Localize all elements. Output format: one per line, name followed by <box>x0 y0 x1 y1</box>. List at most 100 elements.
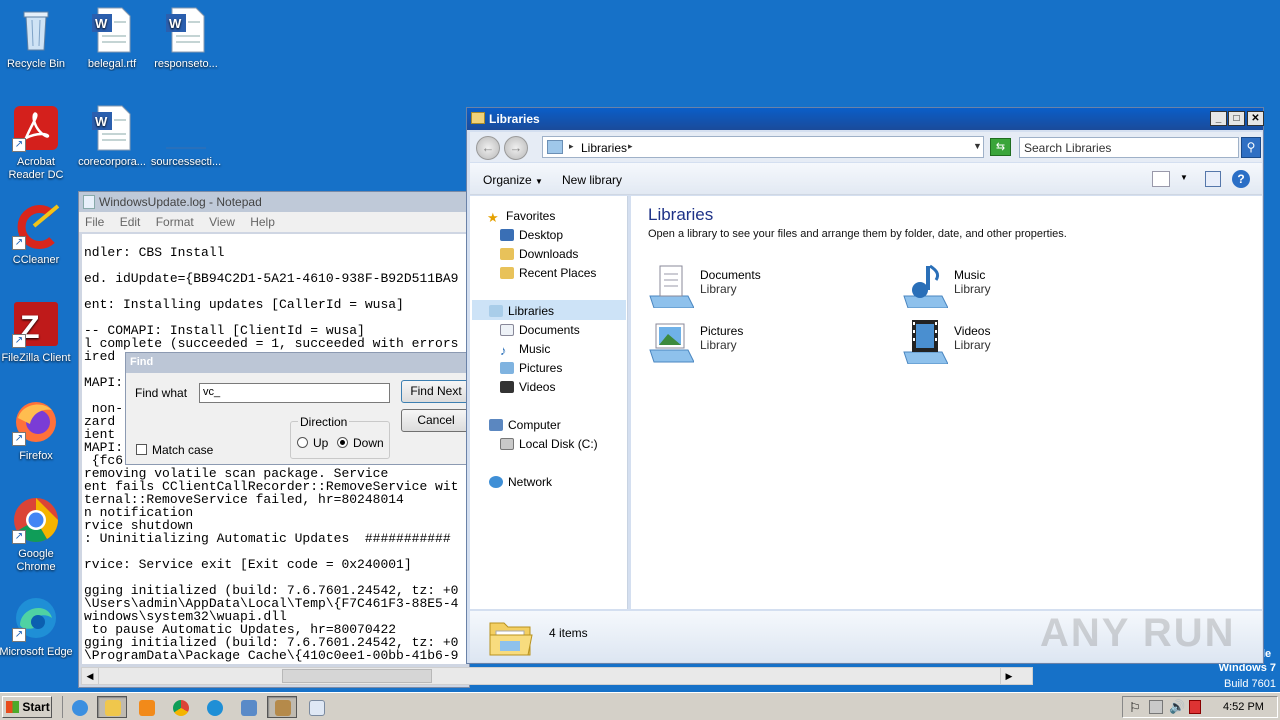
new-library-button[interactable]: New library <box>562 173 622 187</box>
nav-downloads[interactable]: Downloads <box>500 247 578 261</box>
back-button[interactable]: ← <box>476 136 500 160</box>
menu-format[interactable]: Format <box>156 215 194 229</box>
nav-lib-pictures[interactable]: Pictures <box>500 361 562 375</box>
nav-computer[interactable]: Computer <box>489 418 561 432</box>
search-icon[interactable]: ⚲ <box>1241 137 1261 158</box>
desktop-icon-chrome[interactable]: ↗ Google Chrome <box>0 496 74 574</box>
minimize-button[interactable]: _ <box>1210 111 1227 126</box>
match-case-checkbox[interactable] <box>136 444 147 455</box>
scroll-right-icon[interactable]: ▶ <box>1000 668 1017 684</box>
desktop-icon-ccleaner[interactable]: ↗ CCleaner <box>0 202 74 267</box>
videos-library-icon <box>902 320 949 365</box>
nav-network[interactable]: Network <box>489 475 552 489</box>
start-button[interactable]: Start <box>2 696 52 718</box>
desktop-icon-acrobat[interactable]: ↗ Acrobat Reader DC <box>0 104 74 182</box>
library-name: Pictures <box>700 324 744 338</box>
explorer-window: Libraries _ □ ✕ ← → ▸ Libraries ▸ ▼ ⇆ Se… <box>466 107 1264 664</box>
network-icon <box>489 476 503 488</box>
shortcut-arrow-icon: ↗ <box>12 236 26 250</box>
scroll-thumb[interactable] <box>282 669 432 683</box>
nav-label: Documents <box>519 323 580 337</box>
security-tray-icon[interactable] <box>1189 700 1201 714</box>
nav-lib-music[interactable]: ♪ Music <box>500 342 550 358</box>
library-name: Documents <box>700 268 761 282</box>
flag-icon[interactable]: ⚐ <box>1129 700 1141 716</box>
taskbar-remote-desktop[interactable] <box>233 696 263 718</box>
taskbar-ie[interactable] <box>64 696 94 718</box>
view-dropdown-icon[interactable]: ▼ <box>1180 173 1188 182</box>
desktop-icon-belegal[interactable]: W belegal.rtf <box>74 6 150 71</box>
taskbar-explorer[interactable] <box>97 696 127 718</box>
nav-label: Desktop <box>519 228 564 242</box>
breadcrumb-chevron-icon[interactable]: ▸ <box>569 141 574 152</box>
direction-up-radio[interactable] <box>297 437 308 448</box>
organize-button[interactable]: Organize ▼ <box>483 173 543 187</box>
nav-libraries[interactable]: Libraries <box>489 304 554 318</box>
library-videos[interactable]: Videos Library <box>902 320 1142 368</box>
clock[interactable]: 4:52 PM <box>1223 701 1264 713</box>
forward-button[interactable]: → <box>504 136 528 160</box>
taskbar-archive[interactable] <box>267 696 297 718</box>
nav-favorites[interactable]: ★ Favorites <box>487 209 555 225</box>
nav-recent-places[interactable]: Recent Places <box>500 266 596 280</box>
recycle-bin-icon <box>12 6 60 54</box>
taskbar-notepad[interactable] <box>301 696 331 718</box>
nav-lib-documents[interactable]: Documents <box>500 323 580 337</box>
library-documents[interactable]: Documents Library <box>648 264 888 312</box>
find-what-input[interactable]: vc_ <box>199 383 390 403</box>
desktop-icon-recycle-bin[interactable]: Recycle Bin <box>0 6 74 71</box>
desktop-icon-edge[interactable]: ↗ Microsoft Edge <box>0 594 74 659</box>
change-view-icon[interactable] <box>1152 171 1170 187</box>
address-dropdown-icon[interactable]: ▼ <box>973 141 982 151</box>
library-music[interactable]: Music Library <box>902 264 1142 312</box>
menu-help[interactable]: Help <box>250 215 275 229</box>
help-icon[interactable]: ? <box>1232 170 1250 188</box>
direction-label: Direction <box>298 415 350 429</box>
scroll-left-icon[interactable]: ◀ <box>82 668 99 684</box>
desktop-icon-sourcessecti[interactable]: sourcessecti... <box>148 104 224 169</box>
direction-down-radio[interactable] <box>337 437 348 448</box>
volume-icon[interactable]: 🔊 <box>1169 699 1185 715</box>
log-line: \ProgramData\Package Cache\{410c0ee1-00b… <box>84 648 459 663</box>
desktop-icon-corecorpora[interactable]: W corecorpora... <box>74 104 150 169</box>
library-pictures[interactable]: Pictures Library <box>648 320 888 368</box>
nav-label: Computer <box>508 418 561 432</box>
folder-icon <box>105 700 121 716</box>
notepad-titlebar[interactable]: WindowsUpdate.log - Notepad <box>79 192 469 212</box>
taskbar-chrome[interactable] <box>165 696 195 718</box>
find-next-button[interactable]: Find Next <box>401 380 471 403</box>
desktop-icon-responseto[interactable]: W responseto... <box>148 6 224 71</box>
drive-icon <box>500 438 514 450</box>
address-field[interactable]: ▸ Libraries ▸ ▼ <box>542 136 984 158</box>
close-button[interactable]: ✕ <box>1247 111 1264 126</box>
preview-pane-icon[interactable] <box>1205 171 1221 187</box>
nav-desktop[interactable]: Desktop <box>500 228 563 242</box>
maximize-button[interactable]: □ <box>1228 111 1245 126</box>
breadcrumb-libraries[interactable]: Libraries <box>581 141 627 155</box>
cancel-button[interactable]: Cancel <box>401 409 471 432</box>
libraries-icon <box>547 140 563 154</box>
chrome-icon <box>173 700 189 716</box>
nav-local-disk[interactable]: Local Disk (C:) <box>500 437 598 451</box>
log-line: rvice: Service exit [Exit code = 0x24000… <box>84 557 412 572</box>
start-label: Start <box>22 700 50 714</box>
desktop-icon-label: sourcessecti... <box>150 156 222 168</box>
nav-lib-videos[interactable]: Videos <box>500 380 555 394</box>
menu-file[interactable]: File <box>85 215 104 229</box>
search-input[interactable]: Search Libraries <box>1019 137 1239 158</box>
computer-icon <box>489 419 503 431</box>
desktop-icon-filezilla[interactable]: Z ↗ FileZilla Client <box>0 300 74 365</box>
explorer-titlebar[interactable]: Libraries _ □ ✕ <box>467 108 1264 130</box>
desktop-icon-firefox[interactable]: ↗ Firefox <box>0 398 74 463</box>
refresh-icon[interactable]: ⇆ <box>990 138 1011 156</box>
taskbar-edge[interactable] <box>199 696 229 718</box>
breadcrumb-chevron-icon[interactable]: ▸ <box>628 141 633 152</box>
menu-view[interactable]: View <box>209 215 235 229</box>
menu-edit[interactable]: Edit <box>120 215 141 229</box>
network-tray-icon[interactable] <box>1149 700 1163 714</box>
desktop-icon-label: Recycle Bin <box>6 58 66 70</box>
log-line: l complete (succeeded = 1, succeeded wit… <box>84 336 459 351</box>
notepad-hscrollbar[interactable]: ◀ ▶ <box>81 667 1033 685</box>
find-dialog-title[interactable]: Find <box>126 353 469 373</box>
taskbar-media-player[interactable] <box>131 696 161 718</box>
